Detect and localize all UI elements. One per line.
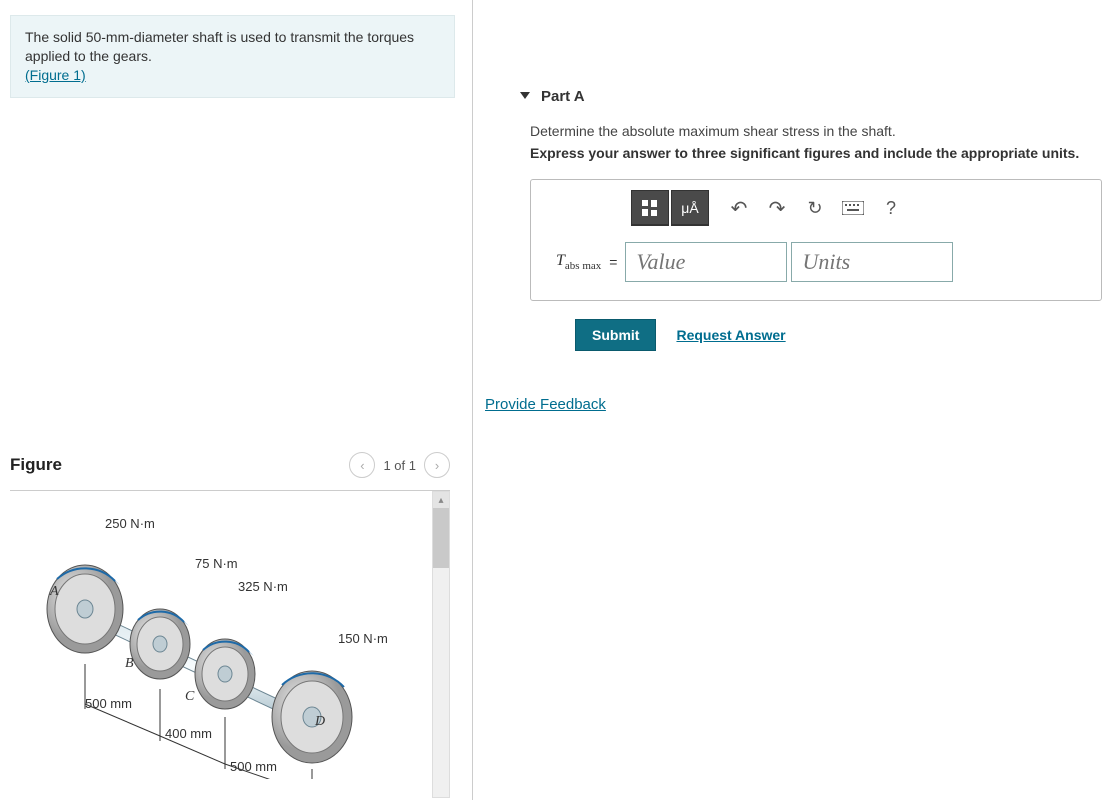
problem-statement: The solid 50-mm-diameter shaft is used t…: [10, 15, 455, 98]
request-answer-link[interactable]: Request Answer: [676, 327, 785, 343]
reset-icon[interactable]: ↻: [797, 191, 833, 225]
figure-link[interactable]: (Figure 1): [25, 67, 86, 83]
chevron-down-icon: [520, 92, 530, 99]
submit-button[interactable]: Submit: [575, 319, 656, 351]
figure-nav: ‹ 1 of 1 ›: [349, 452, 450, 478]
torque-C-label: 325 N·m: [238, 579, 288, 594]
answer-toolbar: μÅ ↶ ↷ ↻ ?: [531, 180, 1101, 236]
answer-input-row: Tabs max =: [531, 236, 1101, 282]
figure-body: ▴: [10, 491, 450, 801]
keyboard-icon[interactable]: [835, 191, 871, 225]
part-prompt: Determine the absolute maximum shear str…: [530, 123, 1120, 139]
figure-prev-button[interactable]: ‹: [349, 452, 375, 478]
figure-header: Figure ‹ 1 of 1 ›: [10, 452, 450, 491]
part-label: Part A: [541, 88, 585, 105]
submit-row: Submit Request Answer: [530, 301, 1120, 351]
answer-variable: Tabs max: [556, 252, 601, 272]
help-icon[interactable]: ?: [873, 191, 909, 225]
gear-A-label: A: [50, 584, 59, 600]
dim-1-label: 500 mm: [85, 696, 132, 711]
torque-B-label: 75 N·m: [195, 556, 238, 571]
redo-icon[interactable]: ↷: [759, 191, 795, 225]
answer-box: μÅ ↶ ↷ ↻ ? Tabs max =: [530, 179, 1102, 301]
right-pane: Part A Determine the absolute maximum sh…: [485, 0, 1120, 413]
value-input[interactable]: [625, 242, 787, 282]
figure-title: Figure: [10, 455, 62, 475]
figure-scrollbar[interactable]: ▴: [432, 491, 450, 798]
provide-feedback-link[interactable]: Provide Feedback: [485, 396, 1120, 413]
gear-C-label: C: [185, 689, 194, 705]
pane-divider: [472, 0, 473, 800]
dim-3-label: 500 mm: [230, 759, 277, 774]
part-body: Determine the absolute maximum shear str…: [485, 123, 1120, 413]
figure-panel: Figure ‹ 1 of 1 › ▴: [10, 452, 450, 801]
equals-sign: =: [609, 254, 617, 270]
figure-next-button[interactable]: ›: [424, 452, 450, 478]
gear-B-label: B: [125, 656, 134, 672]
problem-text: The solid 50-mm-diameter shaft is used t…: [25, 29, 414, 64]
left-pane: The solid 50-mm-diameter shaft is used t…: [10, 15, 455, 98]
figure-page-indicator: 1 of 1: [383, 458, 416, 473]
part-instruction: Express your answer to three significant…: [530, 145, 1120, 161]
torque-A-label: 250 N·m: [105, 516, 155, 531]
part-header[interactable]: Part A: [485, 60, 1120, 123]
units-input[interactable]: [791, 242, 953, 282]
dim-2-label: 400 mm: [165, 726, 212, 741]
torque-D-label: 150 N·m: [338, 631, 388, 646]
templates-icon[interactable]: [631, 190, 669, 226]
units-mu-button[interactable]: μÅ: [671, 190, 709, 226]
undo-icon[interactable]: ↶: [721, 191, 757, 225]
gear-D-label: D: [315, 714, 325, 730]
